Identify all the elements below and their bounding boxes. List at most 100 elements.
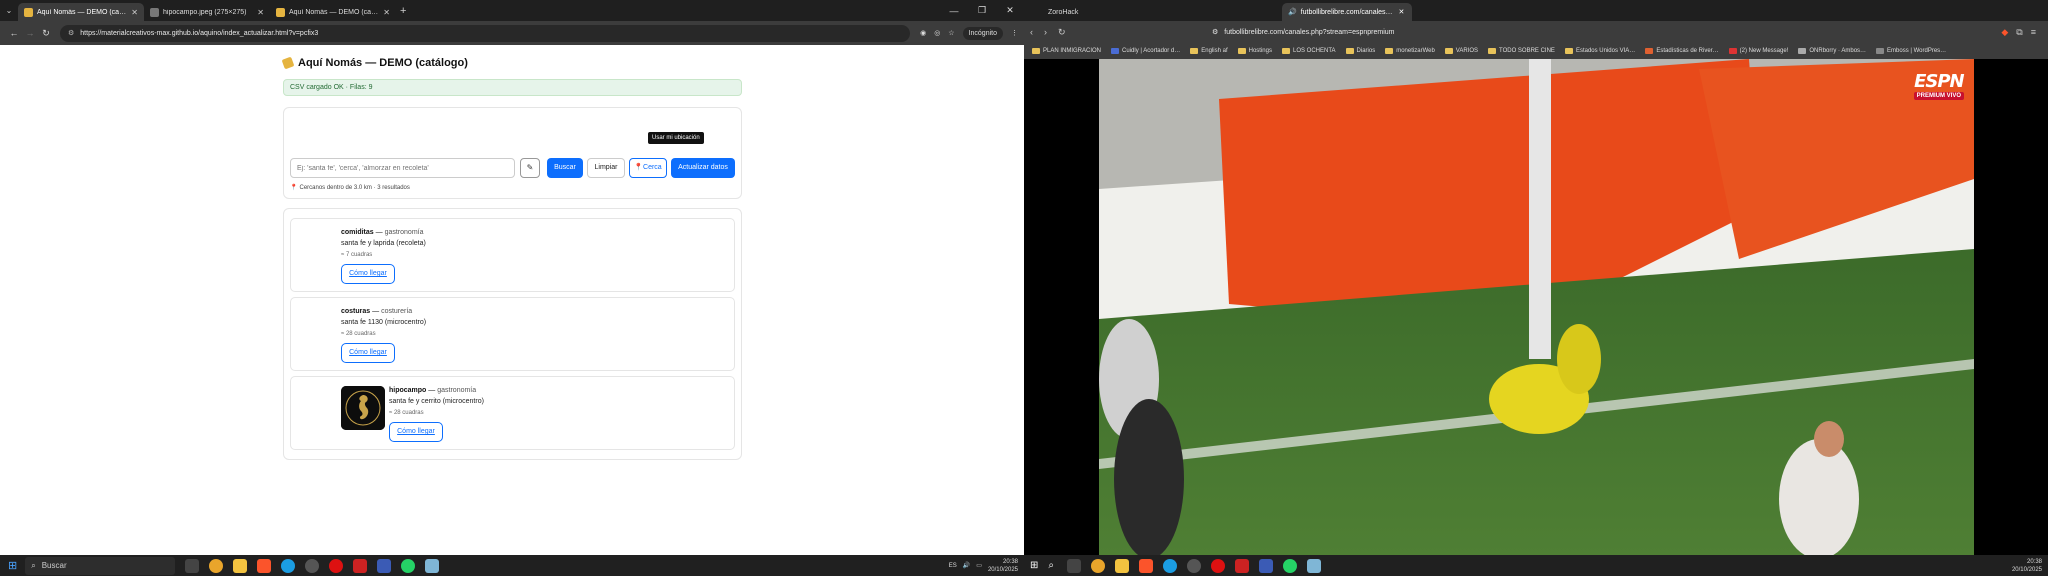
- edge-icon[interactable]: [281, 558, 296, 573]
- notes-icon[interactable]: [425, 558, 440, 573]
- site-info-icon[interactable]: ⚙: [68, 29, 74, 37]
- clock[interactable]: 20:38 20/10/2025: [988, 558, 1018, 574]
- tab-zorohack[interactable]: ZoroHack: [1042, 3, 1162, 21]
- search-button[interactable]: Buscar: [547, 158, 583, 178]
- brave-icon[interactable]: [1139, 558, 1153, 573]
- search-icon[interactable]: ⌕: [1048, 560, 1054, 571]
- clock-time: 20:38: [2026, 558, 2042, 565]
- windows-icon[interactable]: ⊞: [1030, 560, 1038, 571]
- maximize-icon[interactable]: ❐: [968, 5, 996, 16]
- tab-aqui-nomas-1[interactable]: Aquí Nomás — DEMO (catálog… ✕: [18, 3, 144, 21]
- settings-icon[interactable]: [305, 558, 320, 573]
- forward-icon[interactable]: ›: [1044, 27, 1058, 37]
- close-icon[interactable]: ✕: [1399, 8, 1405, 16]
- clock-date: 20/10/2025: [987, 566, 1018, 573]
- address-bar[interactable]: ⚙ futbollibrelibre.com/canales.php?strea…: [1212, 28, 2001, 37]
- bookmark-label: Emboss | WordPres…: [1887, 48, 1947, 54]
- taskbar-search[interactable]: ⌕ Buscar: [25, 556, 176, 575]
- directions-button[interactable]: Cómo llegar: [341, 343, 395, 363]
- app-icon[interactable]: [353, 558, 368, 573]
- network-icon[interactable]: ▭: [976, 562, 982, 569]
- bookmark-label: TODO SOBRE CINE: [1499, 48, 1555, 54]
- video-frame: [1099, 59, 1974, 555]
- folder-icon[interactable]: [1115, 558, 1129, 573]
- windows-icon[interactable]: ⊞: [8, 559, 17, 572]
- notes-icon[interactable]: [1307, 558, 1321, 573]
- settings-icon[interactable]: [1187, 558, 1201, 573]
- tab-label: futbollibrelibre.com/canales…: [1300, 8, 1393, 16]
- bookmark-item[interactable]: TODO SOBRE CINE: [1488, 48, 1555, 54]
- tab-label: Aquí Nomás — DEMO (catálog…: [289, 8, 379, 16]
- tab-aqui-nomas-2[interactable]: Aquí Nomás — DEMO (catálog… ✕: [270, 3, 396, 21]
- bookmark-item[interactable]: Diarios: [1345, 48, 1375, 54]
- tab-futbol[interactable]: 🔊 futbollibrelibre.com/canales… ✕: [1282, 3, 1412, 21]
- pencil-icon[interactable]: ✎: [520, 158, 540, 178]
- opera-icon[interactable]: [329, 558, 344, 573]
- bookmark-item[interactable]: Cuidly | Acortador d…: [1111, 48, 1180, 54]
- tab-menu-icon[interactable]: ⌄: [0, 6, 18, 15]
- task-view-icon[interactable]: [1067, 558, 1081, 573]
- bookmark-item[interactable]: (2) New Message!: [1728, 48, 1788, 54]
- directions-button[interactable]: Cómo llegar: [389, 422, 443, 442]
- location-icon[interactable]: ◉: [920, 29, 926, 37]
- search-input[interactable]: [290, 158, 515, 178]
- bookmark-item[interactable]: Estadísticas de River…: [1645, 48, 1719, 54]
- incognito-badge[interactable]: Incógnito: [962, 26, 1003, 40]
- folder-icon: [1032, 48, 1040, 54]
- language-indicator[interactable]: ES: [949, 563, 957, 569]
- close-window-icon[interactable]: ✕: [996, 5, 1024, 16]
- opera-icon[interactable]: [1211, 558, 1225, 573]
- bookmark-item[interactable]: ONRborry · Ambos…: [1798, 48, 1866, 54]
- star-icon[interactable]: ☆: [948, 29, 954, 37]
- minimize-icon[interactable]: —: [940, 6, 968, 16]
- chrome-icon[interactable]: [1091, 558, 1105, 573]
- extensions-icon[interactable]: ⧉: [2016, 27, 2022, 38]
- edge-icon[interactable]: [1163, 558, 1177, 573]
- bookmark-item[interactable]: Emboss | WordPres…: [1876, 48, 1946, 54]
- bookmark-item[interactable]: Hostings: [1237, 48, 1272, 54]
- bookmark-item[interactable]: monetizarWeb: [1385, 48, 1435, 54]
- item-category: costurería: [381, 308, 413, 315]
- chrome-icon[interactable]: [209, 558, 224, 573]
- directions-button[interactable]: Cómo llegar: [341, 264, 395, 284]
- bookmark-item[interactable]: Estados Unidos VIA…: [1564, 48, 1635, 54]
- address-bar[interactable]: ⚙ https://materialcreativos-max.github.i…: [60, 24, 911, 42]
- bookmark-label: Cuidly | Acortador d…: [1122, 48, 1181, 54]
- eye-off-icon[interactable]: ◎: [934, 29, 940, 37]
- clear-button[interactable]: Limpiar: [587, 158, 625, 178]
- app-icon[interactable]: [1235, 558, 1249, 573]
- close-icon[interactable]: ✕: [131, 8, 138, 17]
- bookmark-item[interactable]: VARIOS: [1444, 48, 1478, 54]
- clock[interactable]: 20:38 20/10/2025: [2012, 558, 2042, 574]
- more-icon[interactable]: ⋮: [1011, 29, 1018, 37]
- forward-icon[interactable]: →: [22, 28, 38, 38]
- folder-icon: [1444, 48, 1453, 54]
- store-icon[interactable]: [1259, 558, 1273, 573]
- close-icon[interactable]: ✕: [383, 8, 390, 17]
- folder-icon: [1345, 48, 1354, 54]
- volume-icon[interactable]: 🔊: [963, 562, 970, 569]
- brave-icon[interactable]: [257, 558, 272, 573]
- back-icon[interactable]: ←: [6, 28, 22, 38]
- menu-icon[interactable]: ≡: [2031, 27, 2036, 37]
- store-icon[interactable]: [377, 558, 392, 573]
- whatsapp-icon[interactable]: [1283, 558, 1297, 573]
- tab-label: Aquí Nomás — DEMO (catálog…: [37, 8, 127, 16]
- tab-label: ZoroHack: [1048, 8, 1079, 16]
- whatsapp-icon[interactable]: [401, 558, 416, 573]
- tab-hipocampo[interactable]: hipocampo.jpeg (275×275) ✕: [144, 3, 270, 21]
- reload-icon[interactable]: ↻: [1058, 27, 1072, 38]
- bookmark-item[interactable]: English af: [1190, 48, 1228, 54]
- folder-icon[interactable]: [233, 558, 248, 573]
- bookmark-item[interactable]: LOS OCHENTA: [1281, 48, 1336, 54]
- update-data-button[interactable]: Actualizar datos: [671, 158, 735, 178]
- reload-icon[interactable]: ↻: [38, 28, 54, 39]
- near-button[interactable]: 📍Cerca: [629, 158, 667, 178]
- brave-shield-icon[interactable]: ◆: [2001, 27, 2008, 38]
- video-player[interactable]: ESPN PREMIUM VIVO: [1099, 59, 1974, 555]
- bookmark-item[interactable]: PLAN INMIGRACION: [1032, 48, 1101, 54]
- back-icon[interactable]: ‹: [1030, 27, 1044, 37]
- close-icon[interactable]: ✕: [257, 8, 264, 17]
- new-tab-icon[interactable]: +: [400, 5, 406, 17]
- task-view-icon[interactable]: [185, 558, 200, 573]
